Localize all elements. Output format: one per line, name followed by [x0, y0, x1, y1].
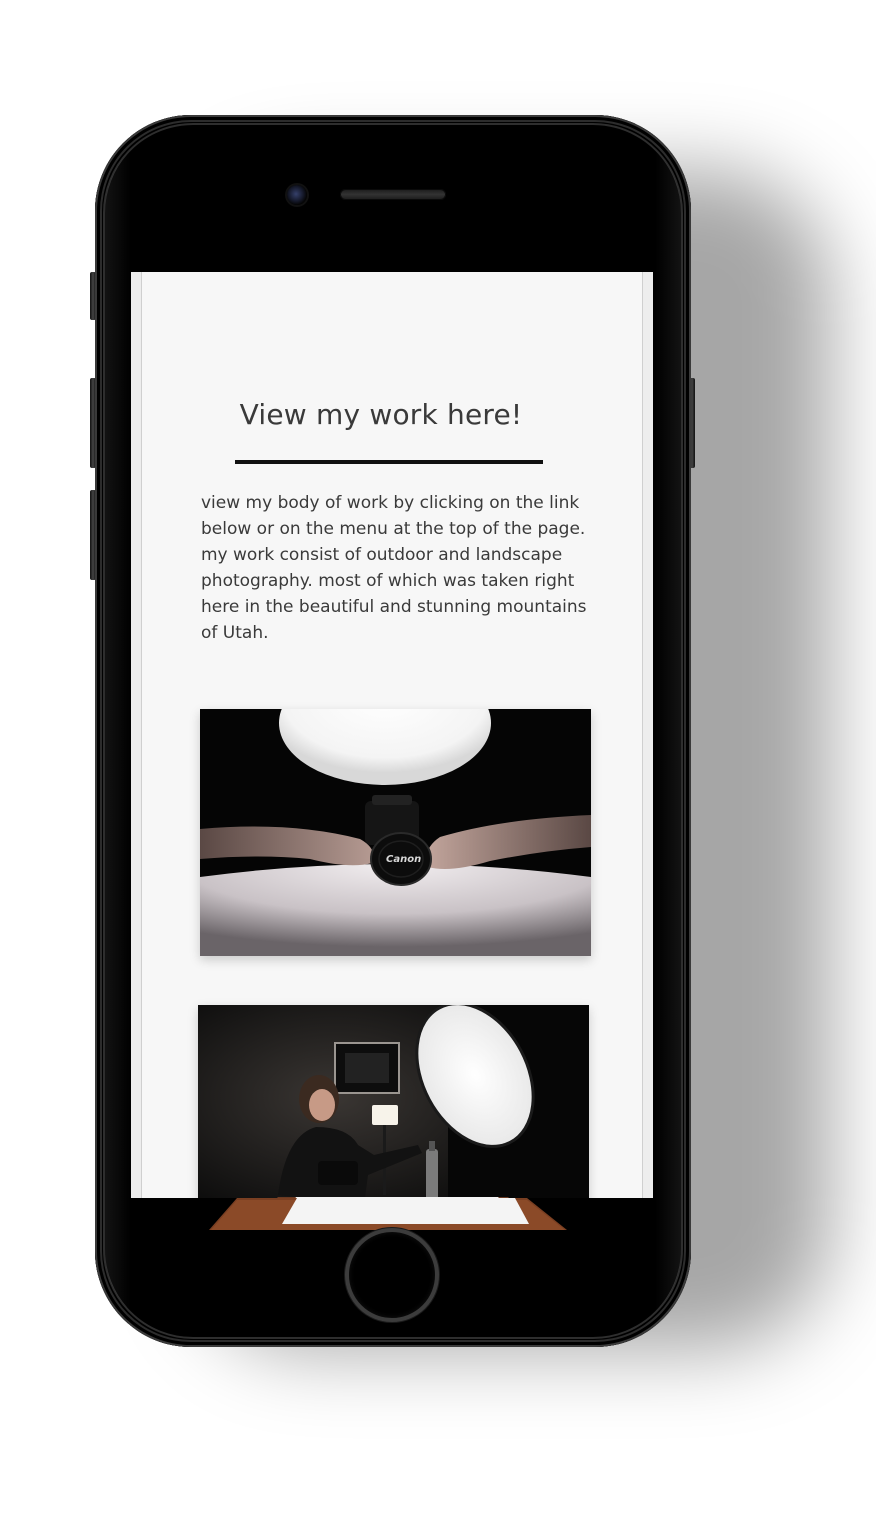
- phone-screen: View my work here! view my body of work …: [131, 272, 653, 1198]
- portfolio-photo-lens-cap[interactable]: Canon: [200, 709, 591, 956]
- portfolio-photo-studio[interactable]: [198, 1005, 589, 1198]
- studio-lighting-setup-photo: [198, 1005, 589, 1198]
- front-camera-icon: [287, 185, 307, 205]
- earpiece-speaker: [340, 189, 446, 200]
- page-description: view my body of work by clicking on the …: [201, 493, 587, 643]
- mockup-stage: View my work here! view my body of work …: [0, 0, 876, 1519]
- lens-cap-label: Canon: [386, 854, 421, 865]
- page-title: View my work here!: [239, 398, 523, 431]
- home-button[interactable]: [345, 1228, 439, 1322]
- camera-lens-cap-photo: Canon: [200, 709, 591, 956]
- title-divider: [235, 460, 543, 464]
- web-page: View my work here! view my body of work …: [141, 272, 643, 1198]
